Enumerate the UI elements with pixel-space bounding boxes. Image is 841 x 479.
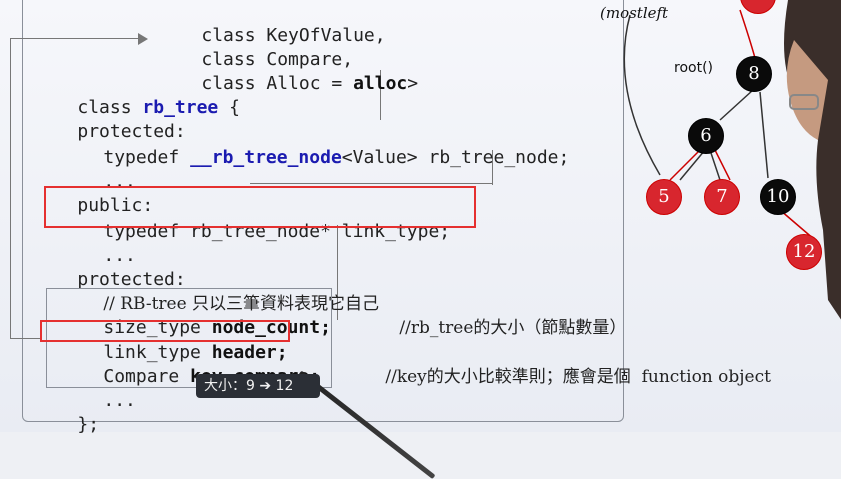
connector-left-vertical <box>10 38 11 338</box>
node-6: 6 <box>688 118 724 154</box>
node-5: 5 <box>646 179 682 215</box>
presenter-silhouette <box>784 0 841 320</box>
node-7: 7 <box>704 179 740 215</box>
code-line-11: protected: <box>34 244 185 290</box>
connector-bottom-horizontal <box>10 338 40 339</box>
size-tooltip: 大小：9 ➔ 12 <box>196 374 320 398</box>
rb-tree-node-type: __rb_tree_node <box>190 147 342 168</box>
mostleft-label: (mostleft <box>600 4 669 22</box>
highlight-header-member <box>40 320 290 342</box>
alloc-keyword: alloc <box>353 73 408 94</box>
node-8: 8 <box>736 56 772 92</box>
link-type-up-line <box>250 183 492 184</box>
highlight-link-type-typedef <box>44 186 476 228</box>
tooltip-text: 大小：9 ➔ 12 <box>204 378 294 394</box>
code-line-5: protected: <box>34 96 185 142</box>
code-line-7: ... <box>60 146 136 192</box>
code-line-3: class Alloc = alloc> <box>158 48 418 94</box>
code-text: > <box>407 73 419 94</box>
connector-arrowhead <box>138 33 148 45</box>
lecture-slide: class KeyOfValue, class Compare, class A… <box>0 0 841 479</box>
code-line-2: class Compare, <box>158 24 353 70</box>
code-line-1: class KeyOfValue, <box>158 0 385 46</box>
ellipsis: ... <box>103 390 136 411</box>
root-label: root() <box>674 60 713 76</box>
node-count-comment: //rb_tree的大小（節點數量） <box>356 292 626 338</box>
connector-top-horizontal <box>10 38 140 39</box>
code-text: { <box>218 97 240 118</box>
code-line-17: }; <box>34 389 99 435</box>
code-text: <Value> rb_tree_node; <box>341 147 570 168</box>
code-line-4: class rb_tree { <box>34 72 240 118</box>
code-line-6: typedef __rb_tree_node<Value> rb_tree_no… <box>60 122 569 168</box>
